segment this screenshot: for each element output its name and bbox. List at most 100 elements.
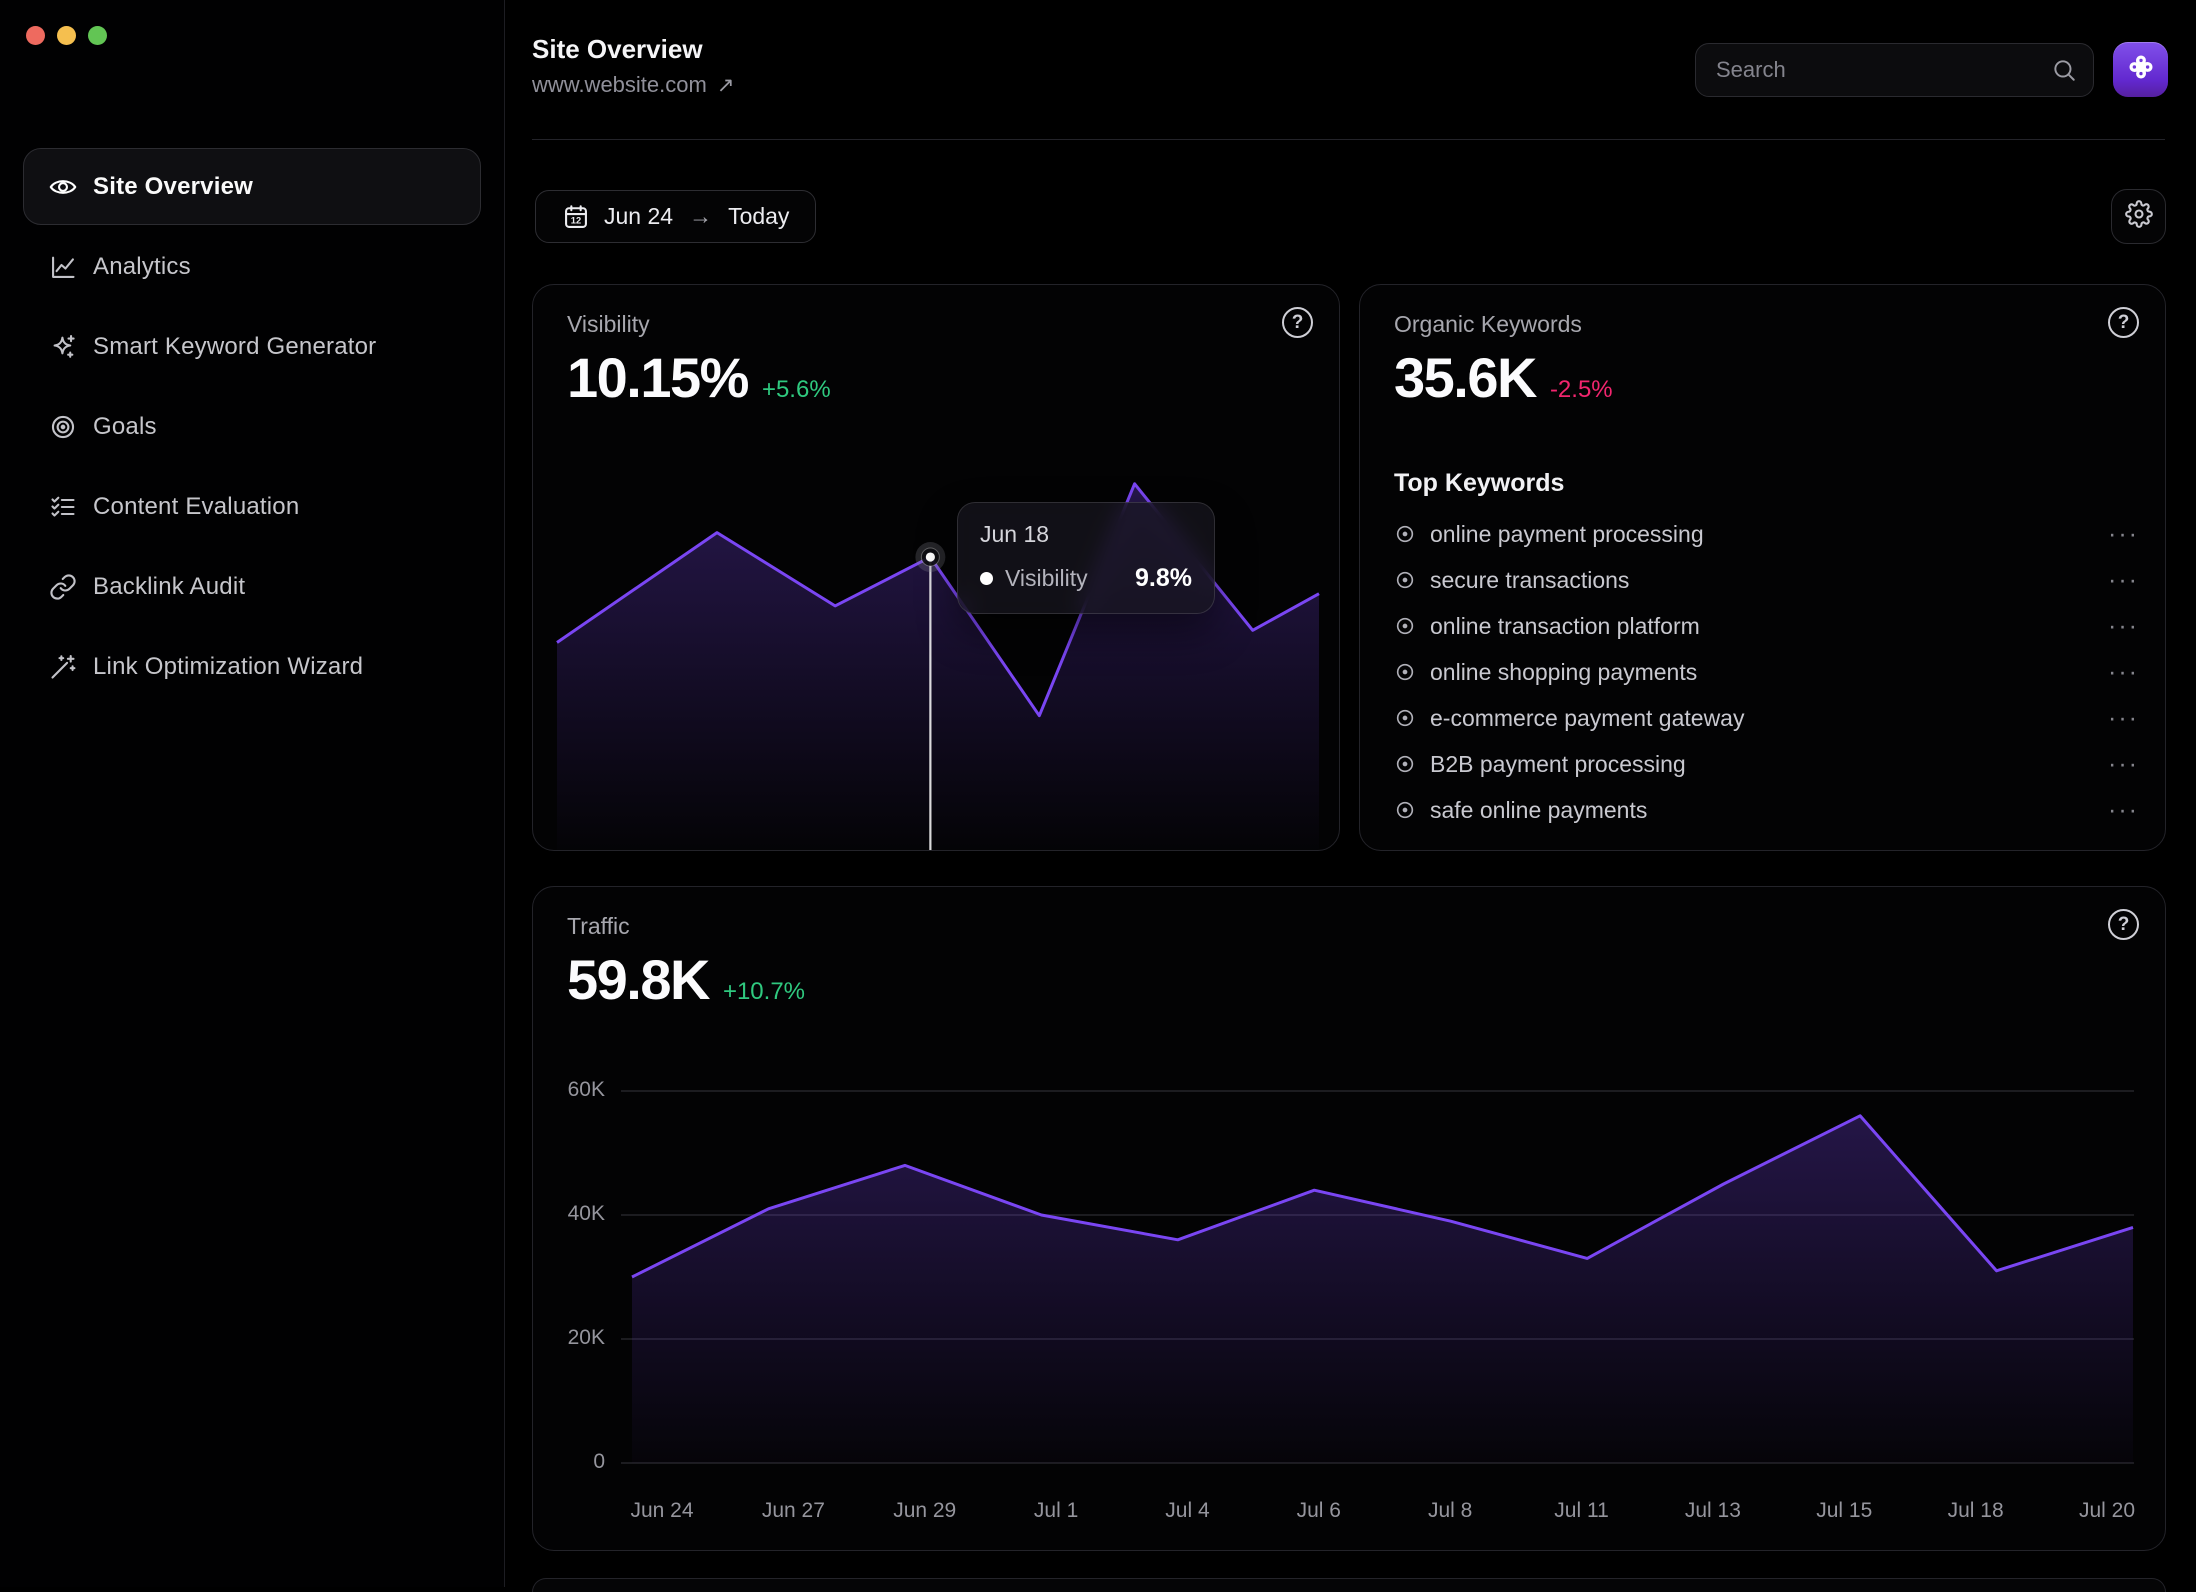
keyword-menu-button[interactable]: ···: [2108, 522, 2139, 547]
organic-keywords-help-icon[interactable]: ?: [2108, 307, 2139, 338]
keyword-bullet-icon: [1394, 661, 1416, 683]
arrow-right-icon: →: [687, 203, 714, 230]
header-divider: [532, 139, 2165, 140]
traffic-x-tick: Jun 24: [630, 1499, 693, 1523]
date-range-button[interactable]: 12 Jun 24 → Today: [535, 190, 816, 243]
keyword-label: online payment processing: [1430, 521, 1704, 548]
sidebar: Site Overview Analytics Smart Keyword Gene…: [0, 0, 505, 1587]
keyword-menu-button[interactable]: ···: [2108, 798, 2139, 823]
top-keywords-title: Top Keywords: [1394, 469, 1564, 498]
keyword-label: B2B payment processing: [1430, 751, 1686, 778]
traffic-x-tick: Jul 20: [2079, 1499, 2135, 1523]
sidebar-item-link-optimization-wizard[interactable]: Link Optimization Wizard: [23, 628, 481, 705]
next-card-edge: [532, 1578, 2166, 1592]
keyword-bullet-icon: [1394, 569, 1416, 591]
organic-keywords-delta: -2.5%: [1550, 376, 1613, 404]
sidebar-item-label: Analytics: [93, 253, 191, 281]
traffic-x-tick: Jul 13: [1685, 1499, 1741, 1523]
eye-icon: [49, 173, 77, 201]
sidebar-item-analytics[interactable]: Analytics: [23, 228, 481, 305]
sidebar-item-label: Content Evaluation: [93, 493, 299, 521]
keyword-label: secure transactions: [1430, 567, 1629, 594]
external-link-icon: ↗: [717, 73, 735, 98]
traffic-x-tick: Jul 15: [1816, 1499, 1872, 1523]
minimize-window-button[interactable]: [57, 26, 76, 45]
fullscreen-window-button[interactable]: [88, 26, 107, 45]
keyword-label: online transaction platform: [1430, 613, 1700, 640]
sidebar-item-smart-keyword-generator[interactable]: Smart Keyword Generator: [23, 308, 481, 385]
site-url-text: www.website.com: [532, 72, 707, 98]
keyword-bullet-icon: [1394, 707, 1416, 729]
traffic-x-tick: Jun 29: [893, 1499, 956, 1523]
sidebar-item-content-evaluation[interactable]: Content Evaluation: [23, 468, 481, 545]
organic-keywords-value: 35.6K: [1394, 345, 1536, 410]
date-range-end: Today: [728, 203, 789, 230]
sidebar-item-label: Link Optimization Wizard: [93, 653, 363, 681]
traffic-y-tick: 20K: [541, 1326, 605, 1350]
sidebar-item-label: Smart Keyword Generator: [93, 333, 376, 361]
traffic-card-title: Traffic: [567, 913, 630, 940]
line-chart-icon: [49, 253, 77, 281]
sidebar-item-site-overview[interactable]: Site Overview: [23, 148, 481, 225]
visibility-card-title: Visibility: [567, 311, 650, 338]
search-input[interactable]: [1716, 57, 2051, 83]
sidebar-item-goals[interactable]: Goals: [23, 388, 481, 465]
app-logo-button[interactable]: [2113, 42, 2168, 97]
page-title: Site Overview: [532, 34, 703, 65]
keyword-menu-button[interactable]: ···: [2108, 752, 2139, 777]
target-icon: [49, 413, 77, 441]
search-icon: [2051, 57, 2077, 83]
tooltip-date: Jun 18: [980, 521, 1192, 548]
window-controls: [26, 26, 107, 45]
keyword-row[interactable]: secure transactions ···: [1394, 557, 2139, 603]
sidebar-item-backlink-audit[interactable]: Backlink Audit: [23, 548, 481, 625]
keyword-bullet-icon: [1394, 615, 1416, 637]
keyword-menu-button[interactable]: ···: [2108, 706, 2139, 731]
sidebar-item-label: Site Overview: [93, 173, 253, 201]
keyword-row[interactable]: B2B payment processing ···: [1394, 741, 2139, 787]
sidebar-nav: Site Overview Analytics Smart Keyword Gene…: [23, 148, 481, 708]
sparkles-icon: [49, 333, 77, 361]
keyword-row[interactable]: e-commerce payment gateway ···: [1394, 695, 2139, 741]
tooltip-series-dot: [980, 572, 993, 585]
keyword-menu-button[interactable]: ···: [2108, 660, 2139, 685]
traffic-help-icon[interactable]: ?: [2108, 909, 2139, 940]
site-url-link[interactable]: www.website.com ↗: [532, 72, 734, 98]
keyword-row[interactable]: safe online payments ···: [1394, 787, 2139, 833]
keyword-bullet-icon: [1394, 523, 1416, 545]
keyword-row[interactable]: online shopping payments ···: [1394, 649, 2139, 695]
traffic-x-tick: Jul 4: [1165, 1499, 1209, 1523]
traffic-x-tick: Jul 11: [1554, 1499, 1608, 1523]
svg-text:12: 12: [571, 215, 581, 225]
keyword-bullet-icon: [1394, 799, 1416, 821]
organic-keywords-card-title: Organic Keywords: [1394, 311, 1582, 338]
traffic-x-tick: Jul 6: [1297, 1499, 1341, 1523]
traffic-chart[interactable]: [621, 1091, 2134, 1463]
keyword-row[interactable]: online transaction platform ···: [1394, 603, 2139, 649]
top-keywords-list: online payment processing···secure trans…: [1394, 511, 2139, 833]
visibility-card: Visibility ? 10.15% +5.6% Jun 18 Visibil…: [532, 284, 1340, 851]
checklist-icon: [49, 493, 77, 521]
traffic-x-tick: Jun 27: [762, 1499, 825, 1523]
sidebar-item-label: Goals: [93, 413, 157, 441]
keyword-menu-button[interactable]: ···: [2108, 614, 2139, 639]
visibility-chart[interactable]: Jun 18 Visibility 9.8%: [555, 435, 1319, 850]
close-window-button[interactable]: [26, 26, 45, 45]
traffic-y-tick: 40K: [541, 1202, 605, 1226]
visibility-help-icon[interactable]: ?: [1282, 307, 1313, 338]
keyword-menu-button[interactable]: ···: [2108, 568, 2139, 593]
wand-icon: [49, 653, 77, 681]
keyword-label: online shopping payments: [1430, 659, 1697, 686]
keyword-row[interactable]: online payment processing ···: [1394, 511, 2139, 557]
link-icon: [49, 573, 77, 601]
visibility-value: 10.15%: [567, 345, 748, 410]
traffic-x-tick: Jul 8: [1428, 1499, 1472, 1523]
traffic-y-tick: 60K: [541, 1078, 605, 1102]
traffic-y-tick: 0: [541, 1450, 605, 1474]
keyword-label: safe online payments: [1430, 797, 1647, 824]
tooltip-value: 9.8%: [1135, 564, 1192, 593]
settings-button[interactable]: [2111, 189, 2166, 244]
traffic-x-tick: Jul 1: [1034, 1499, 1078, 1523]
keyword-label: e-commerce payment gateway: [1430, 705, 1744, 732]
tooltip-series-label: Visibility: [1005, 565, 1088, 592]
